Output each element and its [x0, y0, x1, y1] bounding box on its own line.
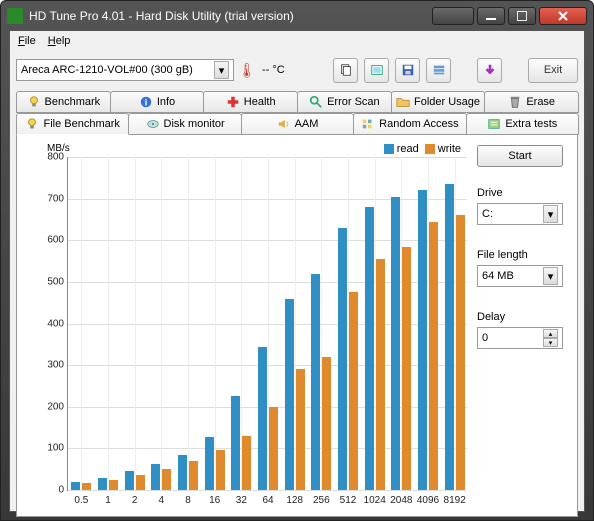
tab-erase[interactable]: Erase [484, 91, 579, 113]
bar-write [136, 475, 145, 490]
bar-write [429, 222, 438, 490]
tab-folder-usage[interactable]: Folder Usage [391, 91, 486, 113]
bar-write [322, 357, 331, 490]
tab-health[interactable]: Health [203, 91, 298, 113]
trash-icon [508, 95, 522, 109]
tab-error-scan[interactable]: Error Scan [297, 91, 392, 113]
settings-button[interactable] [426, 58, 451, 83]
temperature-value: -- °C [262, 64, 285, 76]
bar-read [98, 478, 107, 490]
window-title: HD Tune Pro 4.01 - Hard Disk Utility (tr… [29, 9, 432, 23]
maximize-button[interactable] [508, 7, 536, 25]
bar-read [418, 190, 427, 490]
copy-button[interactable] [333, 58, 358, 83]
drive-dropdown[interactable]: Areca ARC-1210-VOL#00 (300 gB) ▾ [16, 59, 234, 81]
chart-legend: read write [384, 143, 461, 155]
bar-read [365, 207, 374, 490]
exit-button[interactable]: Exit [528, 58, 578, 83]
refresh-button[interactable] [477, 58, 502, 83]
tab-disk-monitor[interactable]: Disk monitor [128, 113, 241, 135]
filelength-select[interactable]: 64 MB ▾ [477, 265, 563, 287]
extra-icon [487, 117, 501, 131]
bar-write [456, 215, 465, 490]
info-icon: i [139, 95, 153, 109]
health-icon [226, 95, 240, 109]
bar-read [445, 184, 454, 490]
minimize-button[interactable] [477, 7, 505, 25]
drive-dropdown-label: Areca ARC-1210-VOL#00 (300 gB) [21, 64, 193, 76]
search-icon [309, 95, 323, 109]
bar-read [311, 274, 320, 490]
bar-read [231, 396, 240, 490]
bar-read [258, 347, 267, 490]
tab-file-benchmark[interactable]: File Benchmark [16, 113, 129, 135]
bulb-icon [27, 95, 41, 109]
bar-write [109, 480, 118, 490]
drive-label: Drive [477, 187, 569, 199]
speaker-icon [277, 117, 291, 131]
bar-write [162, 469, 171, 490]
bar-write [242, 436, 251, 490]
app-icon [7, 8, 23, 24]
bar-write [269, 407, 278, 490]
tab-random-access[interactable]: Random Access [353, 113, 466, 135]
bar-write [402, 247, 411, 491]
bar-write [189, 461, 198, 490]
thermometer-icon: 🌡 [240, 62, 254, 79]
start-button[interactable]: Start [477, 145, 563, 167]
bar-write [349, 292, 358, 490]
tab-benchmark[interactable]: Benchmark [16, 91, 111, 113]
save-button[interactable] [395, 58, 420, 83]
svg-text:i: i [144, 98, 147, 109]
chevron-down-icon: ▾ [214, 61, 229, 79]
bar-read [285, 299, 294, 490]
bar-read [178, 455, 187, 490]
bulb-icon [25, 117, 39, 131]
prev-next-button[interactable] [432, 7, 474, 25]
bar-write [376, 259, 385, 490]
bar-write [82, 483, 91, 490]
menu-help[interactable]: Help [48, 35, 71, 47]
bar-read [151, 464, 160, 490]
delay-stepper[interactable]: 0 ▴▾ [477, 327, 563, 349]
tab-aam[interactable]: AAM [241, 113, 354, 135]
bar-write [216, 450, 225, 490]
bar-read [71, 482, 80, 490]
drive-select[interactable]: C: ▾ [477, 203, 563, 225]
folder-icon [396, 95, 410, 109]
chart-plot: 01002003004005006007008000.5124816326412… [67, 157, 467, 491]
random-icon [361, 117, 375, 131]
bar-read [205, 437, 214, 490]
disk-icon [146, 117, 160, 131]
chevron-down-icon: ▾ [543, 267, 558, 285]
bar-read [125, 471, 134, 490]
spin-up[interactable]: ▴ [543, 329, 558, 338]
bar-read [338, 228, 347, 490]
spin-down[interactable]: ▾ [543, 338, 558, 347]
chevron-down-icon: ▾ [543, 205, 558, 223]
bar-write [296, 369, 305, 490]
menu-file[interactable]: File [18, 35, 36, 47]
delay-label: Delay [477, 311, 569, 323]
screenshot-button[interactable] [364, 58, 389, 83]
close-button[interactable] [539, 7, 587, 25]
filelength-label: File length [477, 249, 569, 261]
tab-extra-tests[interactable]: Extra tests [466, 113, 579, 135]
bar-read [391, 197, 400, 490]
tab-info[interactable]: iInfo [110, 91, 205, 113]
